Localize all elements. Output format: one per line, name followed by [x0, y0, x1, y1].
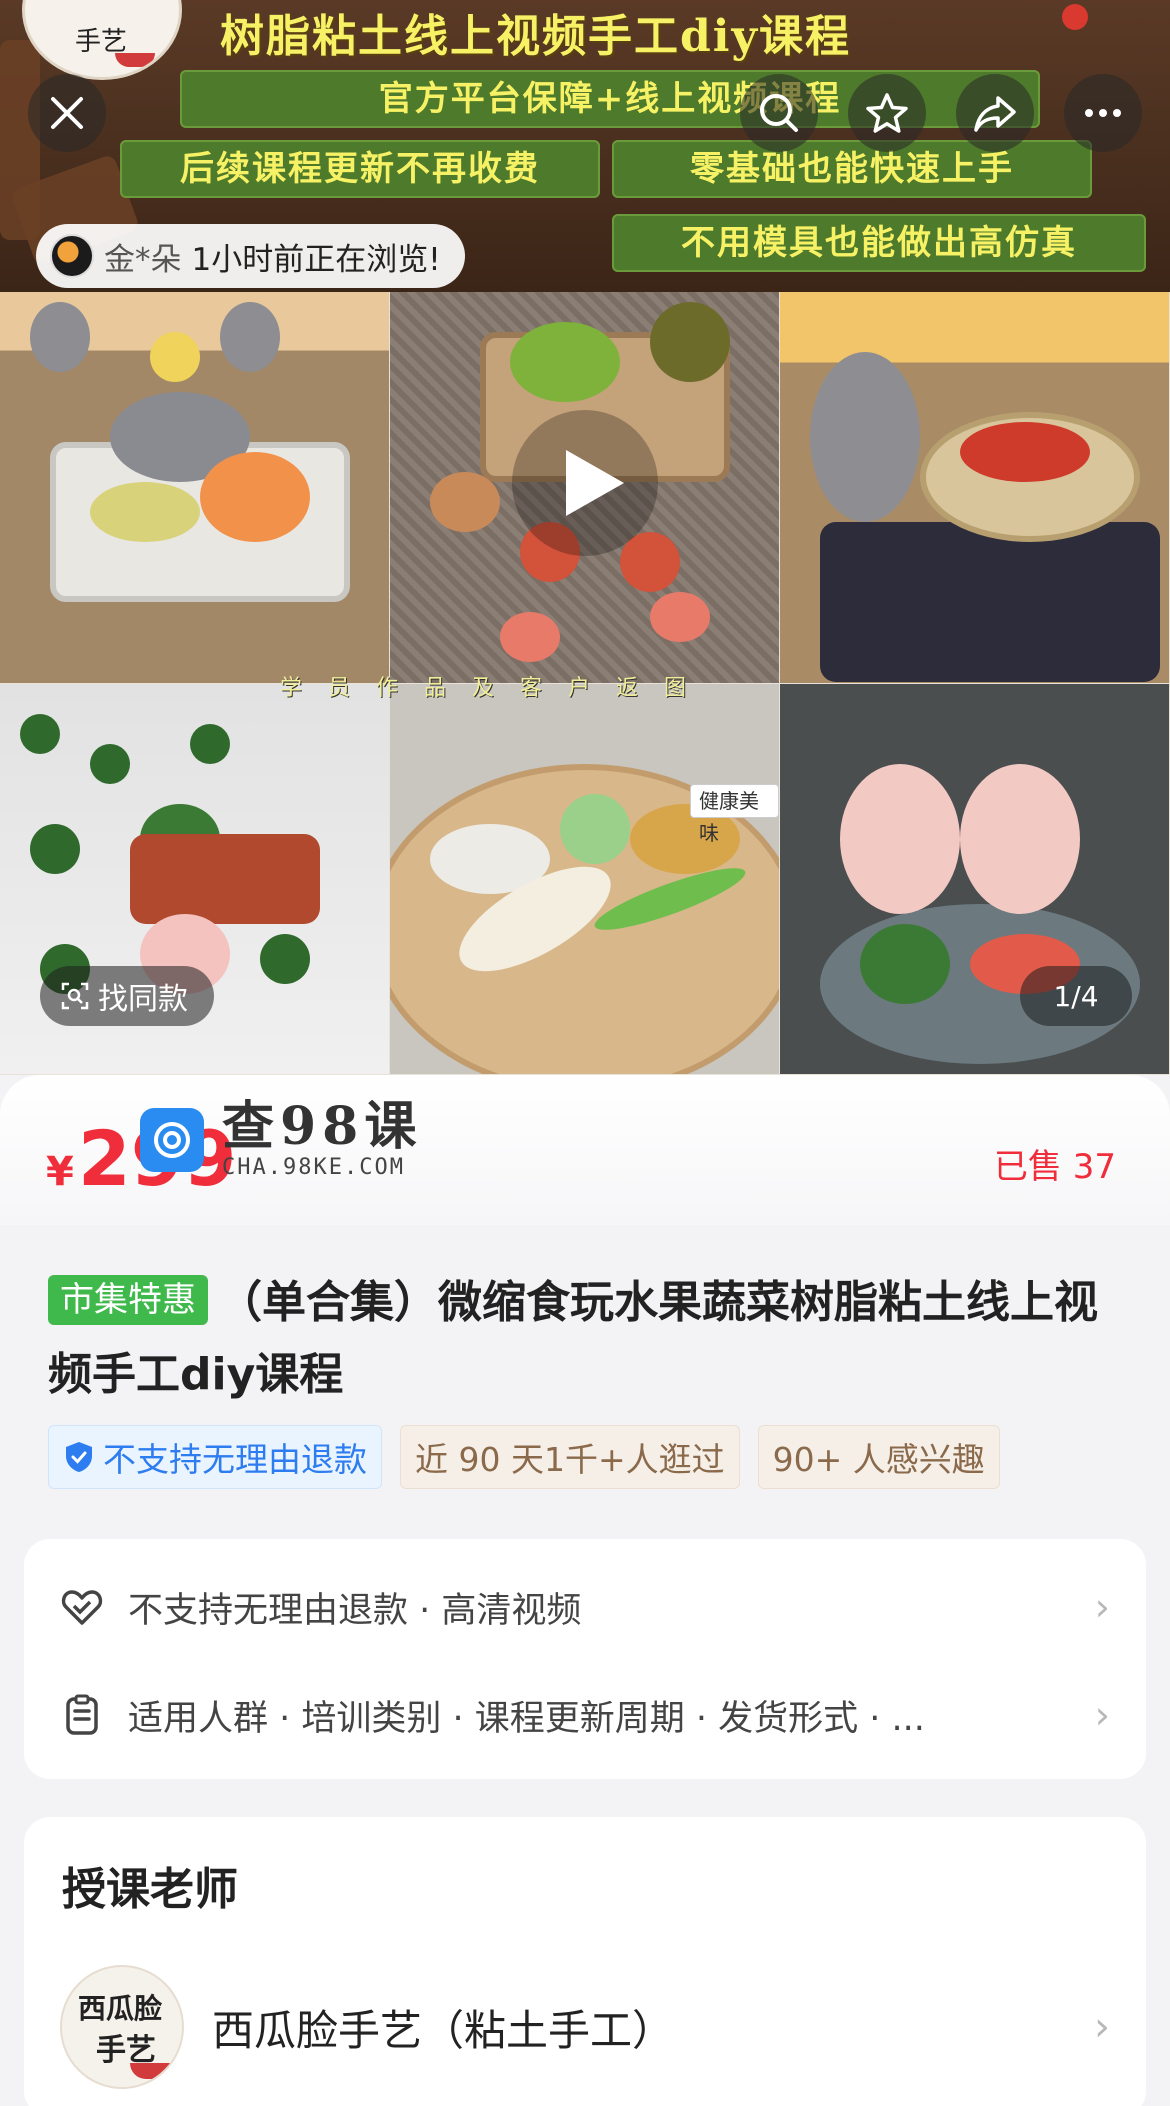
service-info-card: 不支持无理由退款 · 高清视频 › 适用人群 · 培训类别 · 课程更新周期 ·… — [24, 1539, 1146, 1779]
gallery-caption: 学员作品及客户返图 — [280, 676, 713, 701]
gallery-photo: 健康美味 — [390, 684, 780, 1075]
teacher-card: 授课老师 西瓜脸 手艺 西瓜脸手艺（粘土手工） › — [24, 1817, 1146, 2106]
browsing-text: 1小时前正在浏览! — [191, 241, 441, 278]
play-icon — [566, 450, 624, 516]
interest-chip: 90+ 人感兴趣 — [757, 1425, 1000, 1489]
sold-count: 已售 37 — [993, 1147, 1116, 1187]
banner-pill: 零基础也能快速上手 — [612, 140, 1092, 198]
watermelon-icon — [130, 2063, 170, 2079]
close-button[interactable] — [28, 74, 106, 152]
price-currency: ¥ — [46, 1149, 74, 1195]
banner-pill: 后续课程更新不再收费 — [120, 140, 600, 198]
chevron-right-icon: › — [1094, 1693, 1110, 1737]
gallery-photo — [780, 292, 1170, 684]
page-indicator: 1/4 — [1020, 966, 1132, 1026]
gallery-photo — [0, 292, 390, 684]
chevron-right-icon: › — [1094, 2004, 1110, 2050]
watermelon-icon — [115, 53, 155, 67]
more-icon — [1085, 109, 1121, 117]
clipboard-icon — [66, 1694, 98, 1735]
spec-row[interactable]: 适用人群 · 培训类别 · 课程更新周期 · 发货形式 · ... › — [60, 1675, 1110, 1755]
watermark-url: CHA.98KE.COM — [222, 1155, 405, 1180]
teacher-avatar: 西瓜脸 手艺 — [60, 1965, 184, 2089]
avatar-text: 西瓜脸 — [78, 1992, 163, 2025]
interest-chip-label: 90+ 人感兴趣 — [772, 1440, 985, 1479]
shield-check-icon — [66, 1442, 92, 1472]
promo-tag: 市集特惠 — [48, 1275, 208, 1325]
close-icon — [51, 97, 83, 129]
find-same-button[interactable]: 找同款 — [40, 966, 214, 1026]
chevron-right-icon: › — [1094, 1585, 1110, 1629]
more-button[interactable] — [1064, 74, 1142, 152]
search-button[interactable] — [740, 74, 818, 152]
refund-chip[interactable]: 不支持无理由退款 — [48, 1425, 382, 1489]
shop-logo: 手艺 — [22, 0, 182, 80]
browsing-notice: 金*朵 1小时前正在浏览! — [36, 224, 465, 288]
banner-pill: 不用模具也能做出高仿真 — [612, 214, 1146, 272]
share-button[interactable] — [956, 74, 1034, 152]
scan-search-icon — [61, 982, 89, 1010]
spec-row-text: 适用人群 · 培训类别 · 课程更新周期 · 发货形式 · ... — [128, 1698, 925, 1739]
star-icon — [866, 93, 908, 133]
play-button[interactable] — [512, 410, 658, 556]
watermark-text: 查98课 — [222, 1096, 423, 1157]
lantern-icon — [1062, 4, 1088, 30]
price-area: ¥ 299 查98课 CHA.98KE.COM 已售 37 — [0, 1075, 1170, 1225]
avatar — [50, 234, 94, 278]
service-row[interactable]: 不支持无理由退款 · 高清视频 › — [60, 1567, 1110, 1647]
watermark-icon — [140, 1107, 204, 1172]
refund-chip-label: 不支持无理由退款 — [103, 1440, 367, 1479]
banner-title: 树脂粘土线上视频手工diy课程 — [220, 11, 852, 62]
teacher-row[interactable]: 西瓜脸 手艺 西瓜脸手艺（粘土手工） › — [60, 1965, 1110, 2089]
heart-shield-icon — [61, 1590, 103, 1625]
visits-chip: 近 90 天1千+人逛过 — [400, 1425, 740, 1489]
browsing-user-name: 金*朵 — [104, 241, 182, 278]
sticker-label: 健康美味 — [690, 784, 779, 845]
favorite-button[interactable] — [848, 74, 926, 152]
watermark-logo: 查98课 CHA.98KE.COM — [140, 1099, 422, 1180]
service-row-text: 不支持无理由退款 · 高清视频 — [128, 1590, 582, 1631]
share-icon — [974, 96, 1016, 132]
info-chips: 不支持无理由退款 近 90 天1千+人逛过 90+ 人感兴趣 — [48, 1425, 1000, 1489]
find-same-label: 找同款 — [98, 982, 188, 1017]
product-title: 市集特惠 （单合集）微缩食玩水果蔬菜树脂粘土线上视频手工diy课程 — [48, 1267, 1128, 1411]
visits-chip-label: 近 90 天1千+人逛过 — [415, 1440, 725, 1479]
product-detail-sheet: ¥ 299 查98课 CHA.98KE.COM 已售 37 市集特惠（单合集）微… — [0, 1075, 1170, 2106]
teacher-section-title: 授课老师 — [62, 1864, 238, 1915]
search-icon — [760, 94, 798, 132]
teacher-name: 西瓜脸手艺（粘土手工） — [212, 2005, 675, 2055]
product-gallery[interactable]: 手艺 树脂粘土线上视频手工diy课程 官方平台保障+线上视频课程 后续课程更新不… — [0, 0, 1170, 1075]
